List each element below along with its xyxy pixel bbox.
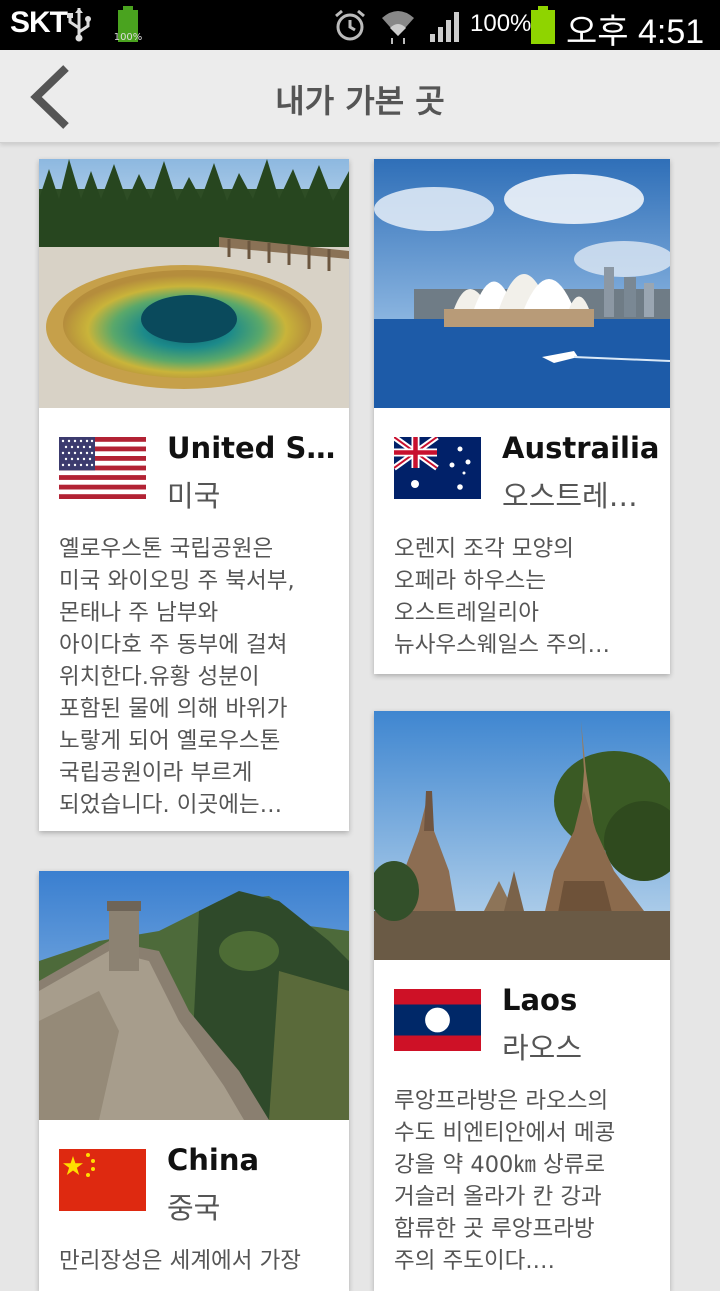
place-name-ko: 미국: [167, 479, 221, 513]
status-bar: SKT 100% 100% 오후 4:51: [0, 0, 720, 51]
place-description: 만리장성은 세계에서 가장: [59, 1248, 302, 1274]
alarm-icon: [335, 9, 365, 41]
wifi-icon: [382, 11, 414, 44]
place-card-laos[interactable]: Laos 라오스 루앙프라방은 라오스의 수도 비엔티안에서 메콩 강을 약 4…: [374, 711, 670, 1291]
place-name-en: Laos: [502, 983, 578, 1017]
great-wall-photo: [39, 871, 349, 1120]
place-card-australia[interactable]: Austrailia 오스트레일… 오렌지 조각 모양의 오페라 하우스는 오스…: [374, 159, 670, 674]
sydney-opera-house-photo: [374, 159, 670, 408]
place-name-ko: 라오스: [502, 1031, 583, 1065]
luang-prabang-temple-photo: [374, 711, 670, 960]
place-description: 옐로우스톤 국립공원은 미국 와이오밍 주 북서부, 몬태나 주 남부와 아이다…: [59, 536, 295, 818]
china-flag-icon: [59, 1149, 146, 1211]
place-card-china[interactable]: China 중국 만리장성은 세계에서 가장: [39, 871, 349, 1291]
action-bar: 내가 가본 곳: [0, 50, 720, 143]
place-name-en: Austrailia: [502, 431, 660, 465]
usb-icon: [67, 8, 91, 42]
australia-flag-icon: [394, 437, 481, 499]
clock: 오후 4:51: [566, 13, 705, 51]
battery-percent: 100%: [470, 10, 532, 37]
place-name-en: China: [167, 1143, 260, 1177]
page-title: 내가 가본 곳: [275, 82, 445, 120]
place-description: 루앙프라방은 라오스의 수도 비엔티안에서 메콩 강을 약 400㎞ 상류로 거…: [394, 1088, 616, 1274]
laos-flag-icon: [394, 989, 481, 1051]
place-name-ko: 오스트레일…: [502, 479, 664, 513]
yellowstone-photo: [39, 159, 349, 408]
battery-small-icon: 100%: [112, 6, 144, 44]
usa-flag-icon: [59, 437, 146, 499]
place-description: 오렌지 조각 모양의 오페라 하우스는 오스트레일리아 뉴사우스웨일스 주의…: [394, 536, 610, 658]
battery-icon: [531, 6, 555, 44]
carrier-label: SKT: [10, 6, 68, 39]
signal-icon: [430, 12, 459, 42]
place-name-ko: 중국: [167, 1191, 221, 1225]
place-card-united-states[interactable]: United Stat… 미국 옐로우스톤 국립공원은 미국 와이오밍 주 북서…: [39, 159, 349, 831]
place-name-en: United Stat…: [167, 431, 349, 465]
